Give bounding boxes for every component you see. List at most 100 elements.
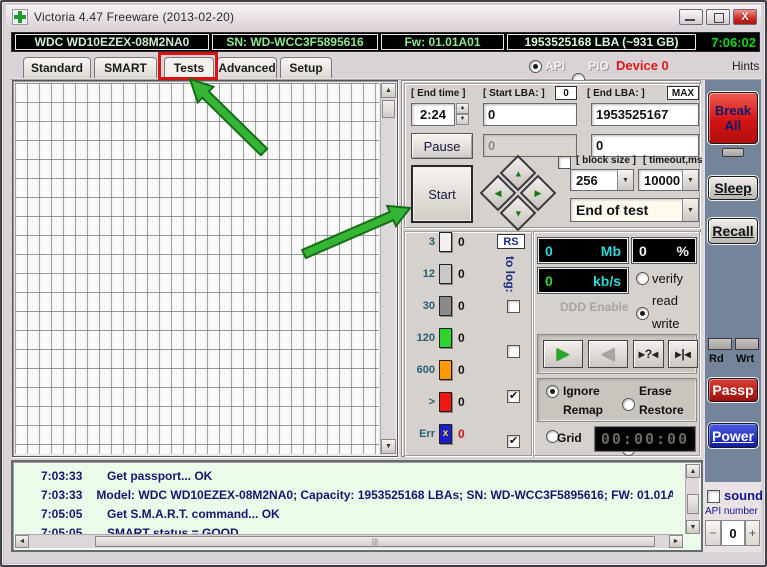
- end-time-input[interactable]: 2:24: [411, 103, 455, 126]
- timer-display: 00:00:00: [594, 426, 696, 452]
- recall-button[interactable]: Recall: [708, 218, 758, 244]
- sleep-label: Sleep: [714, 180, 751, 196]
- verify-label: verify: [652, 271, 683, 286]
- read-radio[interactable]: [636, 307, 649, 320]
- seek-end-button[interactable]: ▸|◂: [668, 340, 698, 368]
- grid-scroll-up-icon[interactable]: ▲: [381, 83, 396, 98]
- log-panel: 7:03:33 Get passport... OK 7:03:33 Model…: [11, 460, 703, 552]
- start-lba-label: [ Start LBA: ]: [483, 88, 545, 99]
- verify-radio[interactable]: [636, 272, 649, 285]
- seek-end-icon: ▸|◂: [675, 347, 690, 361]
- test-control-panel: [ End time ] [ Start LBA: ] 0 [ End LBA:…: [401, 80, 701, 457]
- legend-count: 0: [458, 363, 465, 377]
- log-vscrollbar[interactable]: ▲ ▼: [685, 464, 699, 534]
- restore-label: Restore: [639, 403, 684, 417]
- sound-checkbox[interactable]: [707, 490, 720, 503]
- tab-advanced[interactable]: Advanced: [217, 57, 277, 78]
- maximize-button[interactable]: [706, 9, 730, 25]
- end-lba-max-button[interactable]: MAX: [667, 86, 699, 100]
- legend-label: Err: [409, 428, 435, 440]
- drive-capacity: 1953525168 LBA (~931 GB): [507, 34, 696, 50]
- legend-swatch: [439, 360, 452, 380]
- break-all-line2: All: [725, 118, 742, 133]
- block-size-dropdown[interactable]: 256: [570, 169, 634, 191]
- end-time-spinner[interactable]: ▲ ▼: [456, 103, 469, 125]
- start-lba-input[interactable]: 0: [483, 103, 577, 126]
- close-button[interactable]: X: [733, 9, 757, 25]
- log-vscroll-thumb[interactable]: [687, 494, 699, 514]
- log-hscrollbar[interactable]: ◄ ||| ►: [15, 534, 683, 548]
- log-hscroll-thumb[interactable]: |||: [95, 536, 655, 547]
- minimize-button[interactable]: [679, 9, 703, 25]
- to-log-checkbox-slow[interactable]: [507, 435, 520, 448]
- mb-value: 0: [545, 243, 553, 259]
- drive-model: WDC WD10EZEX-08M2NA0: [15, 34, 209, 50]
- log-scroll-down-icon[interactable]: ▼: [686, 520, 700, 534]
- api-number-minus-button[interactable]: −: [705, 520, 721, 546]
- legend-count: 0: [458, 395, 465, 409]
- remap-label: Remap: [563, 403, 603, 417]
- api-number-plus-button[interactable]: +: [745, 520, 760, 546]
- mb-unit: Mb: [601, 243, 621, 259]
- log-scroll-left-icon[interactable]: ◄: [15, 535, 29, 548]
- ddd-enable-label: DDD Enable: [560, 300, 629, 314]
- rs-button[interactable]: RS: [497, 234, 525, 249]
- err-x-icon: x: [443, 428, 449, 439]
- step-back-button[interactable]: ◀: [588, 340, 628, 368]
- speed-value: 0: [545, 273, 553, 289]
- passp-label: Passp: [712, 382, 753, 398]
- legend-label: >: [409, 396, 435, 408]
- log-scroll-up-icon[interactable]: ▲: [686, 464, 700, 478]
- end-lba-alt-input[interactable]: 0: [591, 134, 699, 157]
- pio-label: PIO: [588, 59, 609, 73]
- api-number-label: API number: [705, 506, 758, 517]
- hints-label: Hints: [732, 59, 759, 73]
- start-button[interactable]: Start: [411, 165, 473, 223]
- block-size-dropdown-icon[interactable]: [617, 170, 633, 190]
- seek-question-button[interactable]: ▸?◂: [633, 340, 664, 368]
- grid-scroll-down-icon[interactable]: ▼: [381, 439, 396, 454]
- legend-swatch: [439, 232, 452, 252]
- end-action-dropdown-icon[interactable]: [682, 199, 698, 221]
- start-lba-zero-button[interactable]: 0: [555, 86, 577, 100]
- tab-setup[interactable]: Setup: [280, 57, 332, 78]
- sleep-button[interactable]: Sleep: [708, 176, 758, 200]
- break-all-line1: Break: [715, 103, 751, 118]
- read-label: read: [652, 293, 678, 308]
- percent-display: 0 %: [632, 238, 696, 263]
- timeout-dropdown-icon[interactable]: [682, 170, 698, 190]
- tab-smart[interactable]: SMART: [94, 57, 157, 78]
- to-log-checkbox-120[interactable]: [507, 345, 520, 358]
- legend-swatch: [439, 264, 452, 284]
- spin-up-icon[interactable]: ▲: [456, 103, 469, 114]
- to-log-checkbox-30[interactable]: [507, 300, 520, 313]
- log-row: 7:05:05 Get S.M.A.R.T. command... OK: [13, 504, 673, 523]
- nav-option-checkbox[interactable]: [558, 156, 571, 169]
- ignore-label: Ignore: [563, 384, 600, 398]
- write-activity-led: [735, 338, 759, 350]
- mb-display: 0 Mb: [538, 238, 628, 263]
- ignore-radio[interactable]: [546, 385, 559, 398]
- api-radio[interactable]: [529, 60, 542, 73]
- drive-info-bar: WDC WD10EZEX-08M2NA0 SN: WD-WCC3F5895616…: [11, 32, 760, 52]
- break-all-button[interactable]: Break All: [708, 92, 758, 144]
- end-lba-input[interactable]: 1953525167: [591, 103, 699, 126]
- legend-count: 0: [458, 331, 465, 345]
- pause-button[interactable]: Pause: [411, 133, 473, 159]
- erase-radio[interactable]: [622, 398, 635, 411]
- block-size-label: [ block size ]: [576, 155, 636, 166]
- log-message: Get S.M.A.R.T. command... OK: [107, 507, 280, 521]
- passp-button[interactable]: Passp: [708, 378, 758, 402]
- timeout-dropdown[interactable]: 10000: [638, 169, 699, 191]
- play-button[interactable]: ▶: [543, 340, 583, 368]
- tab-standard[interactable]: Standard: [23, 57, 91, 78]
- grid-scroll-thumb[interactable]: [382, 100, 395, 118]
- grid-scrollbar[interactable]: ▲ ▼: [380, 83, 395, 454]
- app-icon: [12, 9, 28, 25]
- log-scroll-right-icon[interactable]: ►: [669, 535, 683, 548]
- power-button[interactable]: Power: [708, 423, 758, 448]
- end-action-dropdown[interactable]: End of test: [570, 198, 699, 222]
- recall-label: Recall: [712, 223, 753, 239]
- spin-down-icon[interactable]: ▼: [456, 114, 469, 125]
- to-log-checkbox-600[interactable]: [507, 390, 520, 403]
